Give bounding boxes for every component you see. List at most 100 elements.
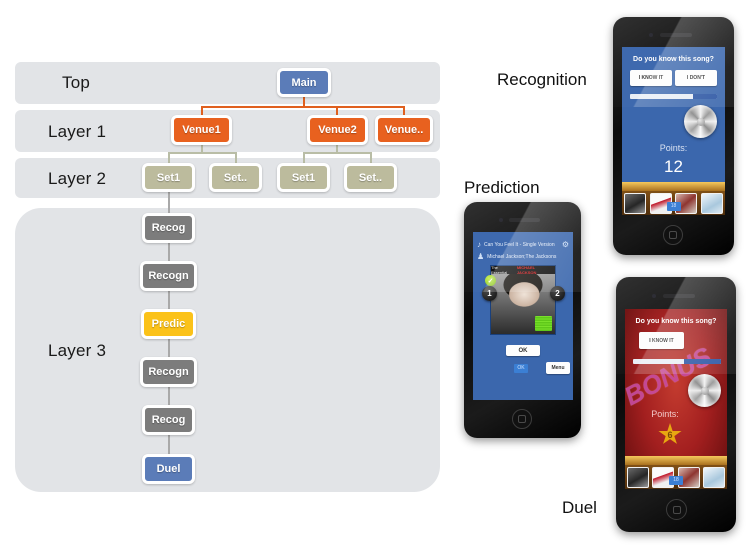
recognition-points-value: 12 <box>664 157 683 176</box>
earpiece-icon <box>660 33 692 37</box>
node-duel[interactable]: Duel <box>142 454 195 484</box>
recognition-points-label: Points: <box>659 143 688 153</box>
duel-points-value: 6 <box>667 429 673 440</box>
prediction-badge-right-label: 2 <box>555 289 560 298</box>
prediction-small-ok-label: OK <box>517 365 525 371</box>
recognition-i-dont-label: I DON'T <box>686 75 706 81</box>
node-recogn-2[interactable]: Recogn <box>140 261 197 291</box>
node-recogn-2-label: Recogn <box>148 270 189 282</box>
prediction-song-title: Can You Feel It - Single Version <box>484 241 555 248</box>
node-predic[interactable]: Predic <box>141 309 196 339</box>
prediction-check-icon: ✓ <box>485 275 496 286</box>
prediction-badge-right[interactable]: 2 <box>550 286 565 301</box>
prediction-artist: Michael Jackson;The Jacksons <box>487 253 557 260</box>
duel-question: Do you know this song? <box>635 318 717 325</box>
node-venue2[interactable]: Venue2 <box>307 115 368 145</box>
duel-dock-shelf: 18 <box>625 456 727 489</box>
front-camera-icon <box>499 218 503 222</box>
earpiece-icon <box>509 218 540 222</box>
node-recogn-4[interactable]: Recogn <box>140 357 197 387</box>
prediction-badge-left-label: 1 <box>487 289 492 298</box>
earpiece-icon <box>663 294 695 298</box>
duel-progress-bar[interactable] <box>633 359 721 364</box>
connector-drop-setmore-b <box>370 152 372 163</box>
dock-album-icon-1[interactable] <box>627 466 649 488</box>
duel-dock-badge: 18 <box>669 476 683 485</box>
prediction-menu-label: Menu <box>551 365 565 371</box>
prediction-badge-left[interactable]: 1 <box>482 286 497 301</box>
caption-duel: Duel <box>562 498 597 517</box>
duel-points-star-icon: 6 <box>658 423 682 444</box>
node-duel-label: Duel <box>156 463 181 475</box>
node-set-more-a[interactable]: Set.. <box>209 163 262 192</box>
screenshots-panel: Recognition Prediction Duel Do you know … <box>452 0 746 558</box>
phone-prediction: ♪ Can You Feel It - Single Version ⚙ ♟ M… <box>464 202 581 438</box>
dock-album-icon-1[interactable] <box>624 192 646 214</box>
front-camera-icon <box>649 33 653 37</box>
front-camera-icon <box>652 294 656 298</box>
recognition-i-know-it-label: I KNOW IT <box>638 75 664 81</box>
node-recog-5[interactable]: Recog <box>142 405 195 435</box>
person-icon: ♟ <box>477 252 485 261</box>
recognition-volume-knob[interactable] <box>684 105 717 138</box>
prediction-small-ok-button[interactable]: OK <box>514 364 528 373</box>
node-set-more-b[interactable]: Set.. <box>344 163 397 192</box>
phone-recognition: Do you know this song? I KNOW IT I DON'T… <box>613 17 734 255</box>
recognition-question: Do you know this song? <box>633 56 714 63</box>
node-main[interactable]: Main <box>277 68 331 97</box>
connector-set-bus-a <box>168 152 237 154</box>
connector-drop-setmore-a <box>235 152 237 163</box>
node-set1-b[interactable]: Set1 <box>277 163 330 192</box>
home-button[interactable] <box>663 225 683 245</box>
node-venue1-label: Venue1 <box>182 124 221 136</box>
caption-recognition: Recognition <box>497 70 587 89</box>
band-label-layer2: Layer 2 <box>48 169 107 188</box>
node-venue1[interactable]: Venue1 <box>171 115 232 145</box>
recognition-i-dont-button[interactable]: I DON'T <box>675 70 717 86</box>
dock-album-icon-4[interactable] <box>703 466 725 488</box>
node-venue-more[interactable]: Venue.. <box>375 115 433 145</box>
dock-album-icon-4[interactable] <box>701 192 723 214</box>
gear-icon[interactable]: ⚙ <box>562 240 569 249</box>
caption-prediction: Prediction <box>464 178 540 197</box>
screen-duel[interactable]: Do you know this song? BONUS I KNOW IT P… <box>625 309 727 489</box>
connector-drop-set1b <box>303 152 305 163</box>
node-predic-label: Predic <box>151 318 186 330</box>
connector-venue-bus <box>201 106 405 108</box>
node-set1-a[interactable]: Set1 <box>142 163 195 192</box>
album-banner: The Essential MICHAEL JACKSON <box>491 266 555 275</box>
music-note-icon: ♪ <box>477 240 481 249</box>
prediction-artist-row: ♟ Michael Jackson;The Jacksons <box>473 252 573 261</box>
node-set1-a-label: Set1 <box>156 171 181 184</box>
node-recog-5-label: Recog <box>151 414 186 426</box>
duel-i-know-it-button[interactable]: I KNOW IT <box>639 332 684 349</box>
node-main-label: Main <box>291 76 317 89</box>
architecture-diagram: Top Layer 1 Layer 2 Layer 3 Main Venue1 … <box>0 0 455 558</box>
prediction-ok-button[interactable]: OK <box>506 345 540 356</box>
home-button[interactable] <box>512 409 532 429</box>
album-green-sticker-icon <box>535 316 552 332</box>
node-recog-1[interactable]: Recog <box>142 213 195 243</box>
node-recog-1-label: Recog <box>151 222 186 234</box>
connector-drop-set1a <box>168 152 170 163</box>
duel-volume-knob[interactable] <box>688 374 721 407</box>
node-venue-more-label: Venue.. <box>384 124 424 136</box>
duel-i-know-it-label: I KNOW IT <box>649 337 674 344</box>
band-label-layer3: Layer 3 <box>48 341 107 360</box>
screen-recognition[interactable]: Do you know this song? I KNOW IT I DON'T… <box>622 47 725 215</box>
album-artwork[interactable]: The Essential MICHAEL JACKSON <box>490 265 556 335</box>
duel-points-label: Points: <box>651 409 679 419</box>
prediction-menu-button[interactable]: Menu <box>546 362 570 374</box>
node-recogn-4-label: Recogn <box>148 366 189 378</box>
phone-duel: Do you know this song? BONUS I KNOW IT P… <box>616 277 736 532</box>
recognition-progress-bar[interactable] <box>630 94 717 99</box>
recognition-i-know-it-button[interactable]: I KNOW IT <box>630 70 672 86</box>
node-venue2-label: Venue2 <box>318 124 357 136</box>
node-set-more-a-label: Set.. <box>223 171 248 184</box>
band-label-top: Top <box>62 73 91 92</box>
node-set1-b-label: Set1 <box>291 171 316 184</box>
screen-prediction[interactable]: ♪ Can You Feel It - Single Version ⚙ ♟ M… <box>473 232 573 400</box>
prediction-song-row: ♪ Can You Feel It - Single Version ⚙ <box>473 240 573 249</box>
home-button[interactable] <box>666 499 687 520</box>
recognition-dock-badge: 18 <box>666 202 681 211</box>
